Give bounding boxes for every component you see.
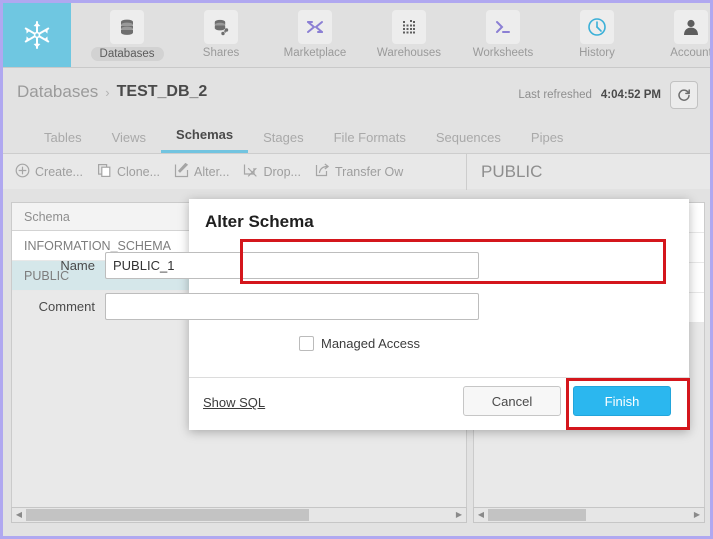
alter-button-label: Alter... [194, 165, 229, 179]
tab-tables[interactable]: Tables [29, 130, 97, 153]
comment-field-row: Comment [27, 293, 479, 320]
create-button[interactable]: Create... [15, 163, 83, 181]
shuffle-icon [298, 10, 332, 44]
grid-header-schema[interactable]: Schema [12, 203, 201, 230]
scroll-thumb[interactable] [26, 509, 309, 521]
refresh-status: Last refreshed 4:04:52 PM [518, 81, 698, 109]
nav-item-worksheets[interactable]: Worksheets [467, 3, 539, 59]
scroll-right-arrow-icon[interactable]: ▶ [690, 508, 704, 522]
managed-access-label: Managed Access [321, 336, 420, 351]
scroll-right-arrow-icon[interactable]: ▶ [452, 508, 466, 522]
action-toolbar-left: Create... Clone... Alt [3, 154, 467, 190]
x-square-icon [243, 163, 258, 181]
scroll-left-arrow-icon[interactable]: ◀ [474, 508, 488, 522]
breadcrumb: Databases › TEST_DB_2 [17, 82, 207, 102]
database-icon [110, 10, 144, 44]
scroll-track[interactable] [488, 508, 690, 522]
nav-item-label: Warehouses [377, 47, 441, 59]
nav-item-label: Account [670, 47, 712, 59]
last-refreshed-label: Last refreshed [518, 89, 592, 101]
nav-item-label: History [579, 47, 615, 59]
tab-schemas[interactable]: Schemas [161, 127, 248, 153]
breadcrumb-root[interactable]: Databases [17, 82, 98, 102]
tab-stages[interactable]: Stages [248, 130, 318, 153]
chevron-right-icon: › [105, 85, 109, 100]
pencil-square-icon [174, 163, 189, 181]
tab-views[interactable]: Views [97, 130, 161, 153]
managed-access-checkbox[interactable] [299, 336, 314, 351]
cancel-button[interactable]: Cancel [463, 386, 561, 416]
nav-item-account[interactable]: Account [655, 3, 713, 59]
action-toolbar: Create... Clone... Alt [3, 153, 710, 189]
snowflake-logo[interactable] [3, 3, 71, 67]
nav-item-databases[interactable]: Databases [91, 3, 163, 61]
horizontal-scrollbar-left[interactable]: ◀ ▶ [11, 507, 467, 523]
name-label: Name [27, 258, 105, 273]
nav-item-marketplace[interactable]: Marketplace [279, 3, 351, 59]
transfer-arrow-icon [315, 163, 330, 181]
finish-button[interactable]: Finish [573, 386, 671, 416]
alter-button[interactable]: Alter... [174, 163, 229, 181]
breadcrumb-current: TEST_DB_2 [117, 83, 208, 101]
dialog-title: Alter Schema [205, 212, 314, 232]
comment-label: Comment [27, 299, 105, 314]
tab-file-formats[interactable]: File Formats [319, 130, 421, 153]
nav-item-warehouses[interactable]: Warehouses [373, 3, 445, 59]
drop-button[interactable]: Drop... [243, 163, 301, 181]
last-refreshed-time: 4:04:52 PM [601, 89, 661, 101]
detail-pane-title: PUBLIC [467, 162, 710, 182]
nav-item-history[interactable]: History [561, 3, 633, 59]
nav-item-list: Databases [71, 3, 713, 67]
managed-access-row: Managed Access [299, 336, 420, 351]
transfer-ownership-button[interactable]: Transfer Ow [315, 163, 403, 181]
scroll-thumb[interactable] [488, 509, 586, 521]
object-type-tabs: Tables Views Schemas Stages File Formats… [3, 119, 710, 153]
shares-icon [204, 10, 238, 44]
snowflake-web-ui: Databases [0, 0, 713, 539]
scroll-track[interactable] [26, 508, 452, 522]
dialog-footer: Show SQL Cancel Finish [189, 377, 689, 430]
comment-input[interactable] [105, 293, 479, 320]
top-navigation-bar: Databases [3, 3, 710, 67]
terminal-prompt-icon [486, 10, 520, 44]
nav-item-label: Databases [91, 47, 164, 61]
warehouse-grid-icon [392, 10, 426, 44]
nav-item-label: Worksheets [473, 47, 534, 59]
nav-item-shares[interactable]: Shares [185, 3, 257, 59]
plus-circle-icon [15, 163, 30, 181]
breadcrumb-bar: Databases › TEST_DB_2 Last refreshed 4:0… [3, 67, 710, 120]
create-button-label: Create... [35, 165, 83, 179]
nav-item-label: Marketplace [284, 47, 347, 59]
history-refresh-icon [580, 10, 614, 44]
drop-button-label: Drop... [263, 165, 301, 179]
clone-button[interactable]: Clone... [97, 163, 160, 181]
copy-icon [97, 163, 112, 181]
clone-button-label: Clone... [117, 165, 160, 179]
refresh-icon[interactable] [670, 81, 698, 109]
transfer-ownership-button-label: Transfer Ow [335, 165, 403, 179]
name-field-row: Name [27, 252, 479, 279]
show-sql-link[interactable]: Show SQL [203, 395, 265, 410]
account-person-icon [674, 10, 708, 44]
horizontal-scrollbar-right[interactable]: ◀ ▶ [473, 507, 705, 523]
tab-sequences[interactable]: Sequences [421, 130, 516, 153]
nav-item-label: Shares [203, 47, 239, 59]
name-input[interactable] [105, 252, 479, 279]
scroll-left-arrow-icon[interactable]: ◀ [12, 508, 26, 522]
tab-pipes[interactable]: Pipes [516, 130, 579, 153]
